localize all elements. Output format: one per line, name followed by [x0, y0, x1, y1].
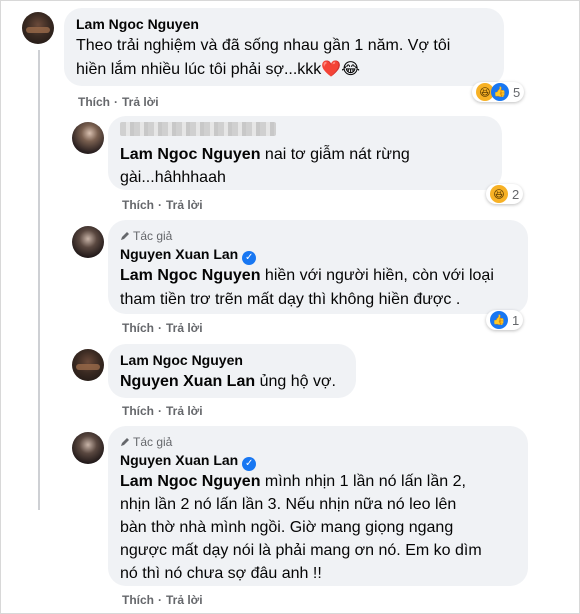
comment-text: hiền với người hiền, còn với loại [260, 267, 494, 284]
author-badge: Tác giả [120, 229, 172, 243]
comment-text-line: nhịn lần 2 nó lấn lần 3. Nếu nhịn nữa nó… [120, 496, 457, 513]
comment-text: hiền lắm nhiều lúc tôi phải sợ...kkk [76, 61, 322, 78]
reply-thread-line [38, 50, 40, 510]
comment-actions: Thích · Trả lời [122, 321, 203, 335]
reply-button[interactable]: Trả lời [122, 95, 159, 109]
avatar[interactable] [72, 226, 104, 258]
comment-author-name[interactable]: Nguyen Xuan Lan [120, 452, 238, 468]
like-button[interactable]: Thích [122, 321, 154, 335]
reaction-summary[interactable]: 👍 1 [486, 310, 524, 330]
reaction-summary[interactable]: 😆 👍 5 [472, 82, 525, 102]
verified-badge-icon: ✓ [242, 457, 257, 471]
author-badge-label: Tác giả [133, 229, 173, 243]
avatar[interactable] [72, 432, 104, 464]
heart-laugh-emoji: ❤️😂 [321, 61, 360, 78]
comment-text: ủng hộ vợ. [255, 373, 336, 390]
comment-actions: Thích · Trả lời [122, 404, 203, 418]
comment-text-line: ngược mất dạy nói là phải mang ơn nó. Em… [120, 542, 482, 559]
comment-text: mình nhịn 1 lần nó lấn lần 2, [260, 473, 466, 490]
reply-button[interactable]: Trả lời [166, 593, 203, 607]
comment-text-line: hiền lắm nhiều lúc tôi phải sợ...kkk❤️😂 [76, 58, 360, 82]
comment-author[interactable]: Lam Ngoc Nguyen [76, 16, 199, 32]
comment-author[interactable]: Nguyen Xuan Lan ✓ [120, 246, 257, 265]
like-button[interactable]: Thích [122, 404, 154, 418]
comment-text-line: Lam Ngoc Nguyen mình nhịn 1 lần nó lấn l… [120, 470, 466, 494]
reply-button[interactable]: Trả lời [166, 321, 203, 335]
author-badge-label: Tác giả [133, 435, 173, 449]
like-reaction-icon: 👍 [491, 83, 509, 101]
like-button[interactable]: Thích [122, 198, 154, 212]
avatar[interactable] [22, 12, 54, 44]
reaction-count: 5 [513, 84, 521, 100]
haha-reaction-icon: 😆 [490, 185, 508, 203]
reaction-count: 1 [512, 312, 520, 328]
mention[interactable]: Lam Ngoc Nguyen [120, 146, 260, 163]
mention[interactable]: Nguyen Xuan Lan [120, 373, 255, 390]
like-reaction-icon: 👍 [490, 311, 508, 329]
comment-actions: Thích · Trả lời [122, 198, 203, 212]
comment-text-line: gài...hâhhhaah [120, 169, 226, 186]
like-button[interactable]: Thích [122, 593, 154, 607]
comment-actions: Thích · Trả lời [122, 593, 203, 607]
author-badge: Tác giả [120, 435, 172, 449]
comment-text-line: nó thì nó chưa sợ đâu anh !! [120, 565, 322, 582]
comment-author-name[interactable]: Nguyen Xuan Lan [120, 246, 238, 262]
reply-button[interactable]: Trả lời [166, 404, 203, 418]
verified-badge-icon: ✓ [242, 251, 257, 265]
like-button[interactable]: Thích [78, 95, 110, 109]
avatar[interactable] [72, 122, 104, 154]
comment-text-line: Lam Ngoc Nguyen hiền với người hiền, còn… [120, 264, 494, 288]
comment-author[interactable]: Lam Ngoc Nguyen [120, 352, 243, 368]
comment-text: nai tơ giẫm nát rừng [260, 146, 410, 163]
comment-actions: Thích · Trả lời [78, 95, 159, 109]
reaction-summary[interactable]: 😆 2 [486, 184, 524, 204]
comment-text-line: Lam Ngoc Nguyen nai tơ giẫm nát rừng [120, 143, 410, 167]
comment-text-line: Nguyen Xuan Lan ủng hộ vợ. [120, 370, 336, 394]
pencil-icon [121, 438, 129, 446]
mention[interactable]: Lam Ngoc Nguyen [120, 473, 260, 490]
comment-text-line: Theo trải nghiệm và đã sống nhau gần 1 n… [76, 37, 451, 54]
comment-text-line: tham tiền trơ trẽn mất dạy thì không hiề… [120, 291, 461, 308]
avatar[interactable] [72, 349, 104, 381]
redacted-name [120, 122, 276, 136]
pencil-icon [121, 232, 129, 240]
reply-button[interactable]: Trả lời [166, 198, 203, 212]
mention[interactable]: Lam Ngoc Nguyen [120, 267, 260, 284]
reaction-count: 2 [512, 186, 520, 202]
comment-author[interactable]: Nguyen Xuan Lan ✓ [120, 452, 257, 471]
comment-text-line: bàn thờ nhà mình ngồi. Giờ mang giọng ng… [120, 519, 454, 536]
